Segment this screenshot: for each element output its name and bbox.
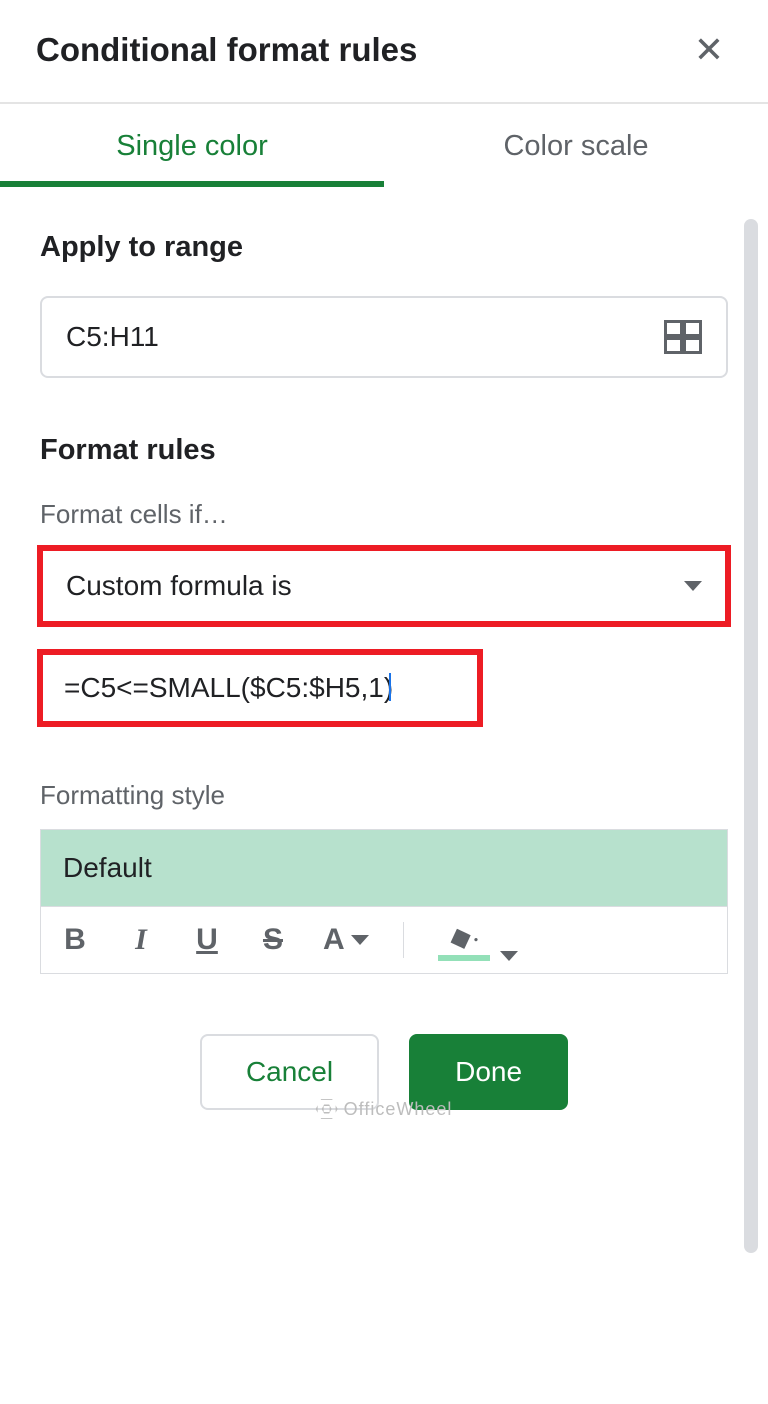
apply-to-range-heading: Apply to range xyxy=(40,231,728,264)
paint-bucket-icon: ◆. xyxy=(444,915,482,957)
condition-value: Custom formula is xyxy=(66,570,292,602)
tab-color-scale[interactable]: Color scale xyxy=(384,104,768,187)
formula-value: =C5<=SMALL($C5:$H5,1) xyxy=(64,672,393,703)
format-rules-heading: Format rules xyxy=(40,434,728,467)
bold-button[interactable]: B xyxy=(59,923,91,957)
condition-dropdown[interactable]: Custom formula is xyxy=(40,548,728,624)
formula-input[interactable]: =C5<=SMALL($C5:$H5,1) xyxy=(40,652,480,724)
select-range-icon[interactable] xyxy=(664,320,702,354)
underline-button[interactable]: U xyxy=(191,923,223,957)
text-color-button[interactable]: A xyxy=(323,923,369,957)
text-cursor xyxy=(389,673,391,701)
tab-single-color-label: Single color xyxy=(116,130,268,162)
formatting-style-label: Formatting style xyxy=(40,780,728,811)
chevron-down-icon xyxy=(684,581,702,591)
footer: Cancel Done OfficeWheel xyxy=(40,974,728,1138)
close-icon[interactable]: ✕ xyxy=(686,28,732,72)
done-button-label: Done xyxy=(455,1056,522,1087)
toolbar-divider xyxy=(403,922,404,958)
style-preview-text: Default xyxy=(63,852,152,883)
chevron-down-icon xyxy=(500,951,518,961)
conditional-format-panel: Conditional format rules ✕ Single color … xyxy=(0,0,768,1138)
fill-color-button[interactable]: ◆. xyxy=(438,919,518,961)
style-preview[interactable]: Default xyxy=(40,829,728,906)
fill-color-swatch xyxy=(438,955,490,961)
italic-button[interactable]: I xyxy=(125,923,157,957)
range-input[interactable]: C5:H11 xyxy=(40,296,728,378)
titlebar: Conditional format rules ✕ xyxy=(0,0,768,104)
watermark-text: OfficeWheel xyxy=(344,1099,453,1120)
page-title: Conditional format rules xyxy=(36,31,417,69)
tabs: Single color Color scale xyxy=(0,104,768,187)
scrollbar[interactable] xyxy=(744,219,758,1253)
format-cells-if-label: Format cells if… xyxy=(40,499,728,530)
tab-color-scale-label: Color scale xyxy=(503,130,648,162)
tab-single-color[interactable]: Single color xyxy=(0,104,384,187)
formatting-style-section: Formatting style Default B I U S A ◆. xyxy=(40,780,728,974)
strikethrough-button[interactable]: S xyxy=(257,923,289,957)
cancel-button-label: Cancel xyxy=(246,1056,333,1087)
chevron-down-icon xyxy=(351,935,369,945)
watermark: OfficeWheel xyxy=(316,1098,453,1120)
scrollarea: Apply to range C5:H11 Format rules Forma… xyxy=(0,187,768,1138)
style-toolbar: B I U S A ◆. xyxy=(40,906,728,974)
range-value: C5:H11 xyxy=(66,321,159,353)
logo-icon xyxy=(316,1098,338,1120)
